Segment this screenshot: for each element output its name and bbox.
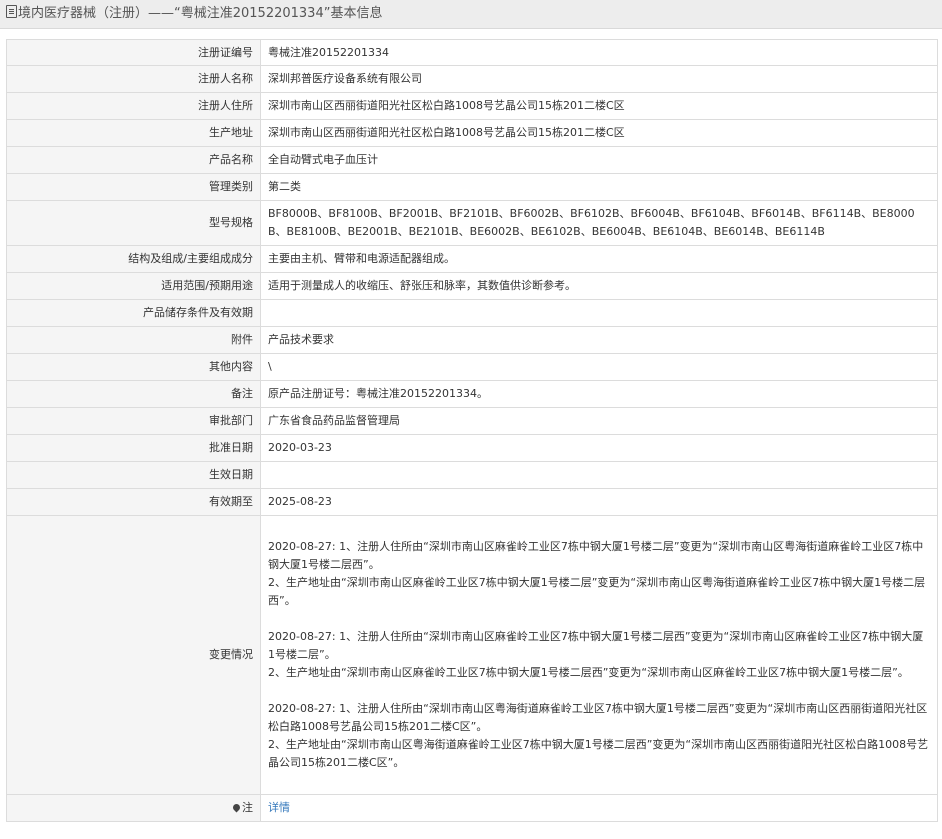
field-value: 粤械注准20152201334 [260,39,938,66]
field-label: 备注 [6,380,261,408]
field-value: \ [260,353,938,381]
info-row: 其他内容 \ [6,353,938,381]
field-label: 有效期至 [6,488,261,516]
field-label: 适用范围/预期用途 [6,272,261,300]
change-history-value: 2020-08-27: 1、注册人住所由“深圳市南山区麻雀岭工业区7栋中钢大厦1… [260,515,938,795]
info-row: 注册人住所 深圳市南山区西丽街道阳光社区松白路1008号艺晶公司15栋201二楼C… [6,92,938,120]
page-title-bar: 境内医疗器械（注册）——“粤械注准20152201334”基本信息 [0,0,942,29]
field-value [260,299,938,327]
field-value: BF8000B、BF8100B、BF2001B、BF2101B、BF6002B、… [260,200,938,246]
field-label: 管理类别 [6,173,261,201]
change-entry-line: 2、生产地址由“深圳市南山区粤海街道麻雀岭工业区7栋中钢大厦1号楼二层西”变更为… [268,738,929,769]
document-icon [6,5,17,18]
change-entry-line: 2020-08-27: 1、注册人住所由“深圳市南山区粤海街道麻雀岭工业区7栋中… [268,702,928,733]
field-value: 原产品注册证号：粤械注准20152201334。 [260,380,938,408]
field-value: 产品技术要求 [260,326,938,354]
info-row: 注册证编号 粤械注准20152201334 [6,39,938,66]
info-row: 适用范围/预期用途 适用于测量成人的收缩压、舒张压和脉率，其数值供诊断参考。 [6,272,938,300]
change-entry: 2020-08-27: 1、注册人住所由“深圳市南山区粤海街道麻雀岭工业区7栋中… [268,700,930,772]
info-row: 管理类别 第二类 [6,173,938,201]
change-entry: 2020-08-27: 1、注册人住所由“深圳市南山区麻雀岭工业区7栋中钢大厦1… [268,538,930,610]
field-label: 生效日期 [6,461,261,489]
page-title: 境内医疗器械（注册）——“粤械注准20152201334”基本信息 [18,6,383,21]
field-label: 产品名称 [6,146,261,174]
pin-icon [231,802,242,813]
note-value-cell: 详情 [260,794,938,822]
change-entry-line: 2020-08-27: 1、注册人住所由“深圳市南山区麻雀岭工业区7栋中钢大厦1… [268,630,924,661]
info-row: 产品名称 全自动臂式电子血压计 [6,146,938,174]
field-label: 其他内容 [6,353,261,381]
field-label: 生产地址 [6,119,261,147]
change-entry-line: 2020-08-27: 1、注册人住所由“深圳市南山区麻雀岭工业区7栋中钢大厦1… [268,540,924,571]
field-value: 广东省食品药品监督管理局 [260,407,938,435]
field-label: 结构及组成/主要组成成分 [6,245,261,273]
info-row: 生效日期 [6,461,938,489]
change-history-row: 变更情况 2020-08-27: 1、注册人住所由“深圳市南山区麻雀岭工业区7栋中… [6,515,938,795]
change-entry-line: 2、生产地址由“深圳市南山区麻雀岭工业区7栋中钢大厦1号楼二层西”变更为“深圳市… [268,666,909,679]
field-label: 附件 [6,326,261,354]
field-label: 型号规格 [6,200,261,246]
field-value [260,461,938,489]
device-info-table: 注册证编号 粤械注准20152201334 注册人名称 深圳邦普医疗设备系统有限公司注… [6,39,938,822]
field-value: 2025-08-23 [260,488,938,516]
info-row: 有效期至 2025-08-23 [6,488,938,516]
info-row: 产品储存条件及有效期 [6,299,938,327]
field-label: 注册证编号 [6,39,261,66]
info-row: 审批部门 广东省食品药品监督管理局 [6,407,938,435]
note-label: 注 [242,801,253,814]
field-label: 审批部门 [6,407,261,435]
info-row: 结构及组成/主要组成成分 主要由主机、臂带和电源适配器组成。 [6,245,938,273]
field-value: 全自动臂式电子血压计 [260,146,938,174]
details-link[interactable]: 详情 [268,801,290,814]
info-row: 生产地址 深圳市南山区西丽街道阳光社区松白路1008号艺晶公司15栋201二楼C区 [6,119,938,147]
change-entry-line: 2、生产地址由“深圳市南山区麻雀岭工业区7栋中钢大厦1号楼二层”变更为“深圳市南… [268,576,926,607]
field-label: 批准日期 [6,434,261,462]
change-entry: 2020-08-27: 1、注册人住所由“深圳市南山区麻雀岭工业区7栋中钢大厦1… [268,628,930,682]
field-value: 第二类 [260,173,938,201]
note-label-cell: 注 [6,794,261,822]
info-row: 备注 原产品注册证号：粤械注准20152201334。 [6,380,938,408]
info-row: 注册人名称 深圳邦普医疗设备系统有限公司 [6,65,938,93]
field-value: 深圳邦普医疗设备系统有限公司 [260,65,938,93]
note-row: 注 详情 [6,794,938,822]
field-label: 产品储存条件及有效期 [6,299,261,327]
field-value: 2020-03-23 [260,434,938,462]
info-row: 附件 产品技术要求 [6,326,938,354]
field-value: 深圳市南山区西丽街道阳光社区松白路1008号艺晶公司15栋201二楼C区 [260,119,938,147]
field-label: 注册人住所 [6,92,261,120]
field-value: 深圳市南山区西丽街道阳光社区松白路1008号艺晶公司15栋201二楼C区 [260,92,938,120]
field-label: 注册人名称 [6,65,261,93]
field-value: 适用于测量成人的收缩压、舒张压和脉率，其数值供诊断参考。 [260,272,938,300]
change-history-label: 变更情况 [6,515,261,795]
info-row: 型号规格 BF8000B、BF8100B、BF2001B、BF2101B、BF60… [6,200,938,246]
info-row: 批准日期 2020-03-23 [6,434,938,462]
field-value: 主要由主机、臂带和电源适配器组成。 [260,245,938,273]
